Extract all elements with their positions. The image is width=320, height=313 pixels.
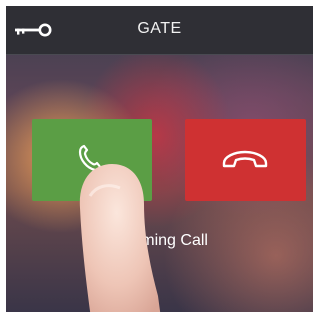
phone-icon: [78, 144, 103, 172]
header-bar: GATE: [6, 6, 313, 55]
hang-up-icon: [222, 150, 268, 168]
intercom-screen: GATE Incoming Call: [6, 6, 313, 312]
call-status-text: Incoming Call: [111, 232, 208, 249]
page-title: GATE: [137, 20, 182, 37]
answer-call-button[interactable]: [32, 119, 152, 201]
decline-call-button[interactable]: [185, 119, 306, 201]
